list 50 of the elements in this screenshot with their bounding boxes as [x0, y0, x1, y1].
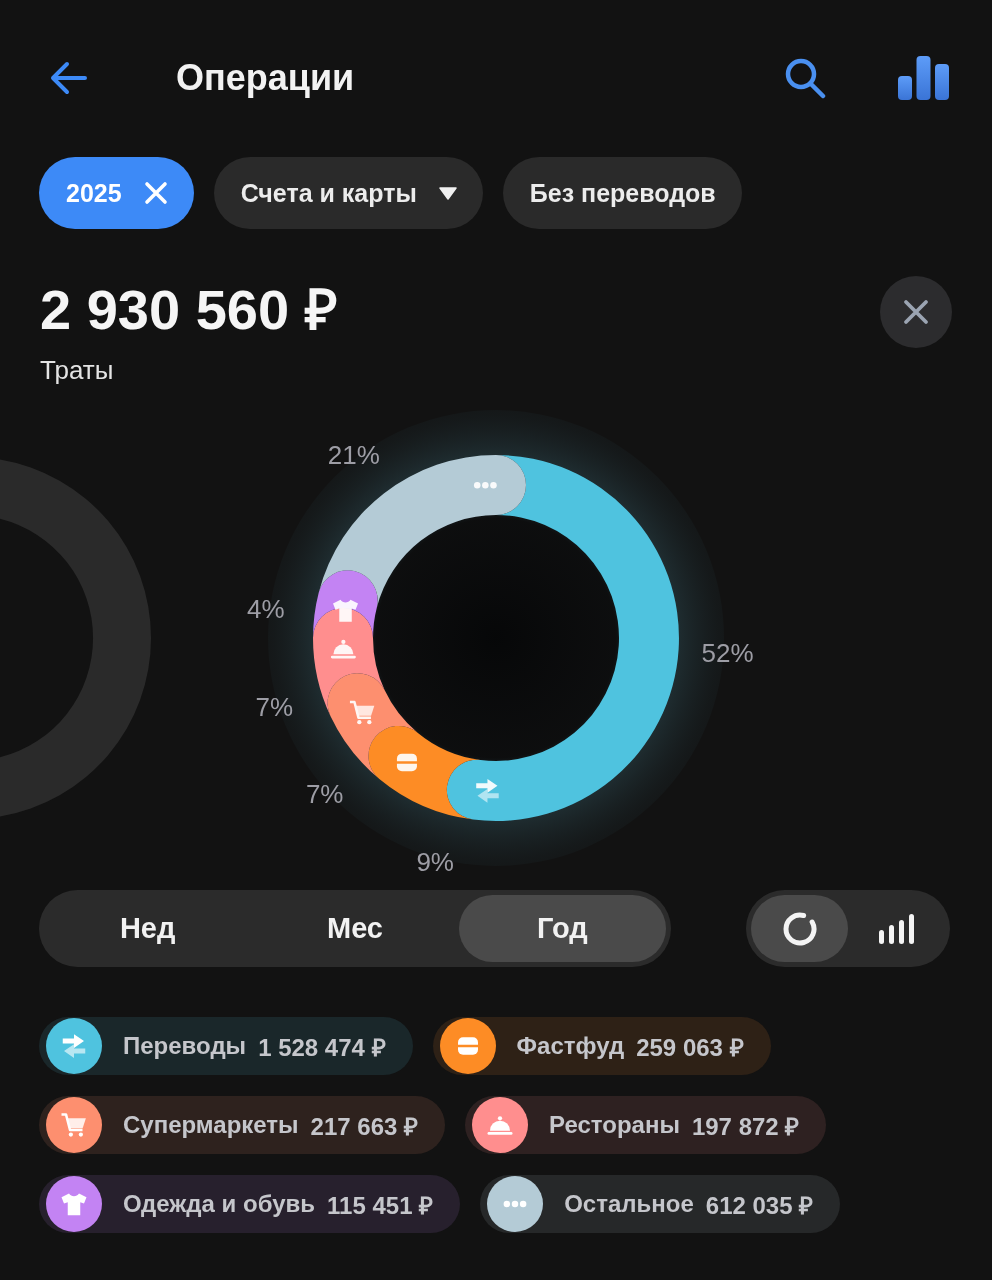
bar-chart-icon: [878, 913, 915, 944]
category-amount: 259 063 ₽: [636, 1032, 744, 1063]
close-icon[interactable]: [143, 181, 168, 205]
category-chip[interactable]: Супермаркеты 217 663 ₽: [39, 1096, 446, 1154]
filter-chip[interactable]: Без переводов: [502, 157, 742, 229]
category-amount: 217 663 ₽: [310, 1111, 419, 1142]
category-amount: 115 451 ₽: [327, 1190, 434, 1221]
category-name: Фастфуд: [516, 1032, 625, 1060]
category-name: Остальное: [564, 1190, 694, 1218]
category-chip[interactable]: Рестораны 197 872 ₽: [465, 1096, 827, 1154]
period-tab[interactable]: Мес: [251, 895, 459, 962]
donut-slice[interactable]: [327, 673, 418, 779]
filter-chip[interactable]: Счета и карты: [213, 157, 483, 229]
category-chip[interactable]: Одежда и обувь 115 451 ₽: [39, 1175, 461, 1233]
chart-type-option[interactable]: [751, 895, 848, 962]
category-chip[interactable]: Остальное 612 035 ₽: [480, 1175, 841, 1233]
category-amount: 612 035 ₽: [705, 1190, 814, 1221]
search-icon[interactable]: [784, 57, 826, 99]
category-chip[interactable]: Фастфуд 259 063 ₽: [432, 1017, 771, 1075]
percent-label: 52%: [701, 637, 754, 668]
ring-icon: [781, 910, 818, 947]
category-name: Супермаркеты: [123, 1111, 299, 1139]
bar-chart-icon[interactable]: [898, 56, 949, 100]
amount-caption: Траты: [40, 354, 114, 386]
percent-label: 4%: [247, 593, 285, 624]
close-icon: [903, 299, 929, 325]
caret-icon: [438, 186, 457, 200]
category-amount: 1 528 474 ₽: [258, 1032, 386, 1063]
percent-label: 21%: [327, 439, 380, 470]
category-chip[interactable]: Переводы 1 528 474 ₽: [39, 1017, 413, 1075]
category-amount: 197 872 ₽: [691, 1111, 800, 1142]
cloche-icon: [330, 639, 356, 659]
back-arrow-icon[interactable]: [48, 61, 88, 95]
screen-title: Операции: [176, 56, 356, 100]
percent-label: 7%: [305, 779, 344, 810]
period-tab[interactable]: Нед: [44, 895, 252, 962]
percent-label: 7%: [255, 691, 294, 722]
dots-icon: [473, 482, 497, 489]
burger-icon: [396, 753, 417, 772]
percent-label: 9%: [416, 846, 454, 877]
total-amount: 2 930 560 ₽: [40, 278, 338, 342]
arrows-icon: [476, 778, 499, 803]
category-name: Переводы: [123, 1032, 247, 1060]
cart-icon: [349, 700, 375, 725]
donut-slice[interactable]: [446, 455, 679, 821]
t-shirt-icon: [333, 599, 358, 622]
category-name: Одежда и обувь: [123, 1190, 316, 1218]
donut-slice[interactable]: [313, 608, 385, 716]
category-name: Рестораны: [549, 1111, 680, 1139]
period-tab[interactable]: Год: [458, 895, 666, 962]
